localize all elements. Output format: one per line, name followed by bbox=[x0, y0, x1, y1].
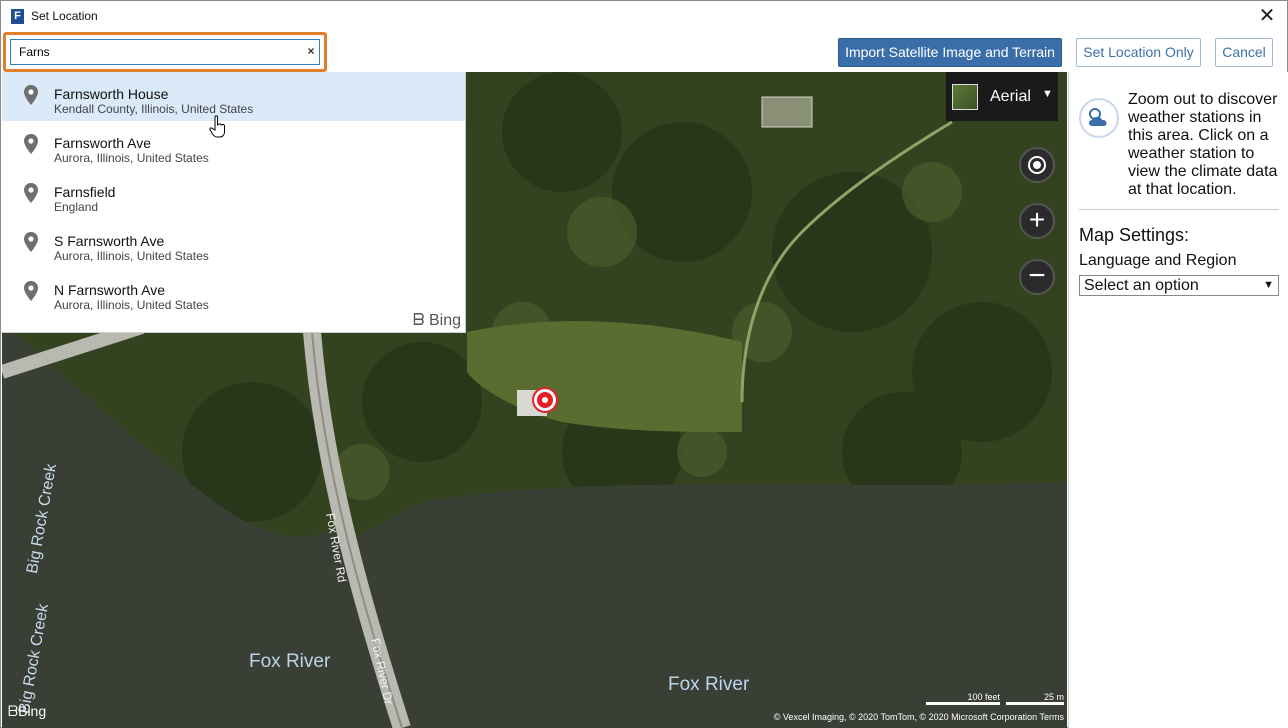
suggestion-item[interactable]: Farnsworth House Kendall County, Illinoi… bbox=[2, 72, 465, 121]
suggestion-title: Farnsfield bbox=[54, 184, 116, 200]
map-settings-heading: Map Settings: bbox=[1079, 225, 1190, 245]
map-style-dropdown[interactable]: Aerial ▼ bbox=[946, 72, 1058, 121]
window-title: Set Location bbox=[31, 9, 98, 23]
suggestion-title: Farnsworth House bbox=[54, 86, 169, 102]
bing-dropdown-brand: Bing bbox=[428, 312, 461, 329]
bing-dropdown-logo: ᗷ Bing bbox=[413, 312, 461, 330]
import-satellite-button[interactable]: Import Satellite Image and Terrain bbox=[838, 38, 1062, 67]
weather-hint-text: Zoom out to discover weather stations in… bbox=[1128, 91, 1278, 198]
bing-logo-icon: ᗷ bbox=[412, 312, 429, 329]
location-pin-icon[interactable] bbox=[534, 389, 556, 411]
search-input[interactable] bbox=[10, 39, 320, 65]
map-pin-icon bbox=[24, 134, 38, 154]
bing-map-logo: ᗷBing bbox=[8, 703, 46, 720]
map-pin-icon bbox=[24, 183, 38, 203]
bing-map-brand: Bing bbox=[18, 703, 47, 719]
suggestion-title: S Farnsworth Ave bbox=[54, 233, 165, 249]
map-pin-icon bbox=[24, 85, 38, 105]
suggestion-subtitle: Aurora, Illinois, United States bbox=[54, 151, 209, 165]
map-pin-icon bbox=[24, 232, 38, 252]
bing-logo-icon: ᗷ bbox=[8, 703, 19, 719]
language-region-select[interactable]: Select an option ▼ bbox=[1079, 275, 1279, 296]
suggestion-subtitle: Aurora, Illinois, United States bbox=[54, 249, 209, 263]
suggestion-title: Farnsworth Ave bbox=[54, 135, 152, 151]
map-style-label: Aerial bbox=[990, 88, 1031, 105]
language-region-label: Language and Region bbox=[1079, 252, 1237, 269]
app-icon: F bbox=[11, 9, 24, 24]
search-suggestions: Farnsworth House Kendall County, Illinoi… bbox=[2, 72, 466, 333]
set-location-only-button[interactable]: Set Location Only bbox=[1076, 38, 1201, 67]
suggestion-item[interactable]: S Farnsworth Ave Aurora, Illinois, Unite… bbox=[2, 219, 465, 268]
map-pin-icon bbox=[24, 281, 38, 301]
suggestion-subtitle: Kendall County, Illinois, United States bbox=[54, 102, 254, 116]
river-label-right: Fox River bbox=[668, 674, 750, 695]
scale-bar-meters: 25 m bbox=[1006, 692, 1064, 705]
set-location-dialog: F Set Location ✕ × Import Satellite Imag… bbox=[0, 0, 1288, 728]
map-copyright: © Vexcel Imaging, © 2020 TomTom, © 2020 … bbox=[773, 712, 1064, 722]
side-panel: Zoom out to discover weather stations in… bbox=[1068, 72, 1288, 728]
aerial-thumbnail-icon bbox=[952, 84, 978, 110]
caret-down-icon: ▼ bbox=[1263, 279, 1274, 291]
suggestion-item[interactable]: Farnsworth Ave Aurora, Illinois, United … bbox=[2, 121, 465, 170]
weather-station-icon bbox=[1079, 98, 1119, 138]
zoom-in-button[interactable]: + bbox=[1019, 203, 1055, 239]
search-box: × bbox=[3, 32, 327, 72]
river-label-left: Fox River bbox=[249, 651, 331, 672]
suggestion-subtitle: Aurora, Illinois, United States bbox=[54, 298, 209, 312]
language-select-value: Select an option bbox=[1084, 277, 1199, 294]
target-icon bbox=[1028, 156, 1046, 174]
suggestion-item[interactable]: Farnsfield England bbox=[2, 170, 465, 219]
locate-me-button[interactable] bbox=[1019, 147, 1055, 183]
scale-bar-feet: 100 feet bbox=[926, 692, 1000, 705]
close-button[interactable]: ✕ bbox=[1253, 4, 1281, 28]
clear-search-icon[interactable]: × bbox=[304, 41, 318, 61]
suggestion-subtitle: England bbox=[54, 200, 99, 214]
hand-cursor-icon bbox=[209, 115, 225, 138]
suggestion-title: N Farnsworth Ave bbox=[54, 282, 166, 298]
title-bar: F Set Location ✕ bbox=[1, 1, 1287, 32]
divider bbox=[1079, 209, 1279, 210]
suggestion-item[interactable]: N Farnsworth Ave Aurora, Illinois, Unite… bbox=[2, 268, 465, 317]
caret-down-icon: ▼ bbox=[1042, 88, 1053, 100]
zoom-out-button[interactable]: − bbox=[1019, 259, 1055, 295]
cancel-button[interactable]: Cancel bbox=[1215, 38, 1273, 67]
